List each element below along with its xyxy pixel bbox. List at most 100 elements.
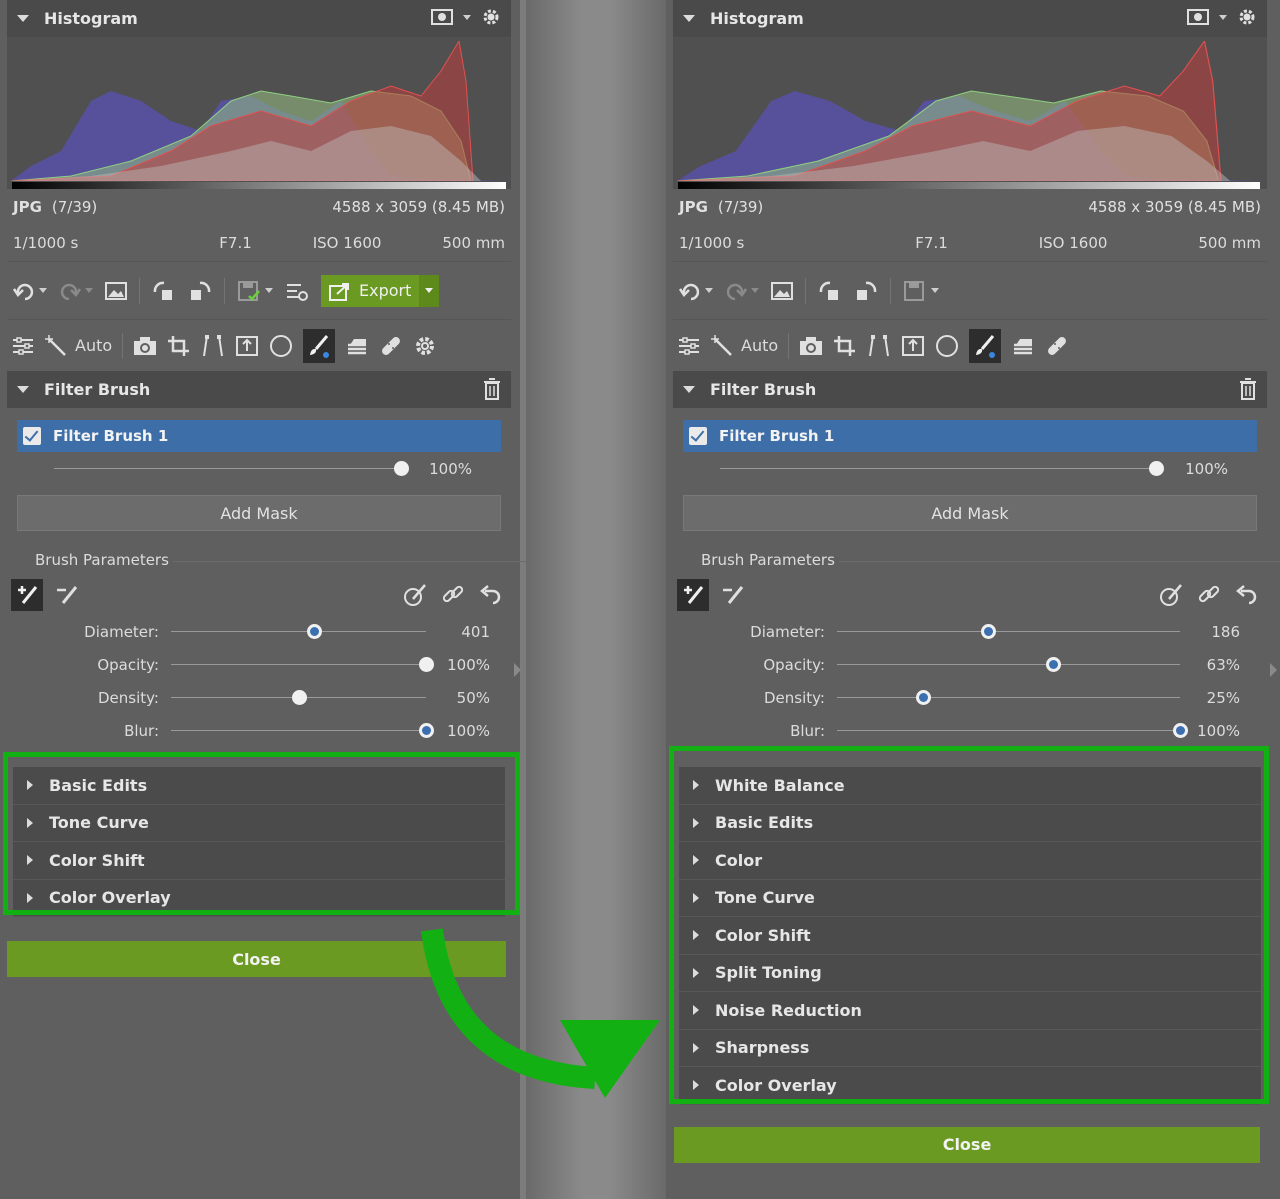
reset-icon[interactable]	[1235, 583, 1257, 605]
mask-preview-icon[interactable]	[431, 9, 453, 25]
rotate-left-icon[interactable]	[152, 280, 176, 302]
adjustments-icon[interactable]	[677, 335, 701, 357]
histogram-header[interactable]: Histogram	[7, 0, 511, 37]
slider-knob[interactable]	[419, 723, 434, 738]
undo-icon	[679, 283, 700, 300]
radial-filter-icon[interactable]	[269, 334, 293, 358]
undo-button[interactable]	[13, 281, 47, 301]
slider-knob[interactable]	[419, 657, 434, 672]
adjustments-icon[interactable]	[11, 335, 35, 357]
filter-amount-slider[interactable]	[54, 461, 409, 476]
chevron-down-icon[interactable]	[1219, 14, 1227, 20]
redo-button[interactable]	[59, 281, 93, 301]
export-dropdown[interactable]	[419, 274, 440, 307]
camera-icon[interactable]	[133, 336, 157, 356]
redo-button[interactable]	[725, 281, 759, 301]
eraser-icon[interactable]	[345, 335, 369, 357]
brush-slider[interactable]	[171, 690, 426, 705]
chevron-down-icon[interactable]	[705, 288, 713, 293]
filter-list-item[interactable]: Filter Brush 1	[17, 420, 501, 452]
brush-slider[interactable]	[171, 657, 434, 672]
filter-brush-header[interactable]: Filter Brush	[673, 371, 1267, 408]
collapse-icon[interactable]	[683, 15, 695, 22]
save-button[interactable]	[903, 280, 939, 302]
undo-button[interactable]	[679, 281, 713, 301]
radial-filter-icon[interactable]	[935, 334, 959, 358]
perspective-icon[interactable]	[201, 334, 225, 358]
magic-wand-icon[interactable]	[45, 334, 69, 357]
settings-sliders-icon[interactable]	[285, 280, 309, 302]
slider-knob[interactable]	[306, 624, 322, 639]
crop-icon[interactable]	[833, 335, 857, 357]
gradient-filter-icon[interactable]	[235, 335, 259, 357]
brush-add-tool[interactable]	[11, 579, 43, 611]
chevron-down-icon[interactable]	[265, 288, 273, 293]
filter-enabled-checkbox[interactable]	[689, 427, 707, 445]
brush-erase-tool[interactable]	[717, 579, 749, 611]
image-icon[interactable]	[105, 281, 127, 300]
link-icon[interactable]	[1197, 583, 1221, 607]
auto-mask-brush-icon[interactable]	[403, 583, 427, 607]
gradient-filter-icon[interactable]	[901, 335, 925, 357]
save-button[interactable]	[237, 280, 273, 302]
filter-list-item[interactable]: Filter Brush 1	[683, 420, 1257, 452]
auto-mask-brush-icon[interactable]	[1159, 583, 1183, 607]
filter-brush-tool[interactable]	[303, 328, 336, 363]
slider-knob[interactable]	[291, 690, 307, 705]
slider-knob[interactable]	[1173, 723, 1188, 738]
camera-icon[interactable]	[799, 336, 823, 356]
brush-slider[interactable]	[837, 723, 1188, 738]
slider-knob[interactable]	[1046, 657, 1062, 672]
collapse-icon[interactable]	[17, 386, 29, 393]
link-icon[interactable]	[441, 583, 465, 607]
chevron-down-icon[interactable]	[751, 288, 759, 293]
brush-erase-tool[interactable]	[51, 579, 83, 611]
chevron-down-icon[interactable]	[85, 288, 93, 293]
collapse-icon[interactable]	[17, 15, 29, 22]
rotate-left-icon[interactable]	[818, 280, 842, 302]
magic-wand-icon[interactable]	[711, 334, 735, 357]
rotate-right-icon[interactable]	[854, 280, 878, 302]
histogram-header[interactable]: Histogram	[673, 0, 1267, 37]
export-button[interactable]: Export	[321, 274, 420, 307]
filter-amount-slider[interactable]	[720, 461, 1164, 476]
brush-slider[interactable]	[171, 624, 426, 639]
brush-slider[interactable]	[837, 657, 1180, 672]
gear-icon[interactable]	[481, 7, 501, 27]
bandage-icon[interactable]	[1045, 334, 1069, 358]
perspective-icon[interactable]	[867, 334, 891, 358]
brush-slider[interactable]	[837, 690, 1180, 705]
slider-knob[interactable]	[980, 624, 996, 639]
slider-knob[interactable]	[393, 461, 409, 476]
slider-knob[interactable]	[1148, 461, 1164, 476]
slider-knob[interactable]	[915, 690, 931, 705]
brush-slider[interactable]	[837, 624, 1180, 639]
trash-icon[interactable]	[483, 378, 501, 400]
bandage-icon[interactable]	[379, 334, 403, 358]
reset-icon[interactable]	[479, 583, 501, 605]
add-mask-button[interactable]: Add Mask	[17, 495, 501, 531]
auto-button[interactable]: Auto	[741, 336, 778, 355]
brush-add-tool[interactable]	[677, 579, 709, 611]
brush-slider[interactable]	[171, 723, 434, 738]
eraser-icon[interactable]	[1011, 335, 1035, 357]
gear-icon[interactable]	[1237, 7, 1257, 27]
filter-brush-tool[interactable]	[969, 328, 1002, 363]
chevron-down-icon[interactable]	[39, 288, 47, 293]
rotate-right-icon[interactable]	[188, 280, 212, 302]
image-icon[interactable]	[771, 281, 793, 300]
auto-button[interactable]: Auto	[75, 336, 112, 355]
mask-preview-icon[interactable]	[1187, 9, 1209, 25]
chevron-down-icon[interactable]	[463, 14, 471, 20]
filter-enabled-checkbox[interactable]	[23, 427, 41, 445]
filter-brush-header[interactable]: Filter Brush	[7, 371, 511, 408]
trash-icon[interactable]	[1239, 378, 1257, 400]
panel-collapse-arrow[interactable]	[514, 663, 521, 677]
close-button[interactable]: Close	[674, 1126, 1260, 1163]
chevron-down-icon[interactable]	[931, 288, 939, 293]
panel-collapse-arrow[interactable]	[1270, 663, 1277, 677]
crop-icon[interactable]	[167, 335, 191, 357]
add-mask-button[interactable]: Add Mask	[683, 495, 1257, 531]
gear-icon[interactable]	[413, 334, 437, 358]
collapse-icon[interactable]	[683, 386, 695, 393]
